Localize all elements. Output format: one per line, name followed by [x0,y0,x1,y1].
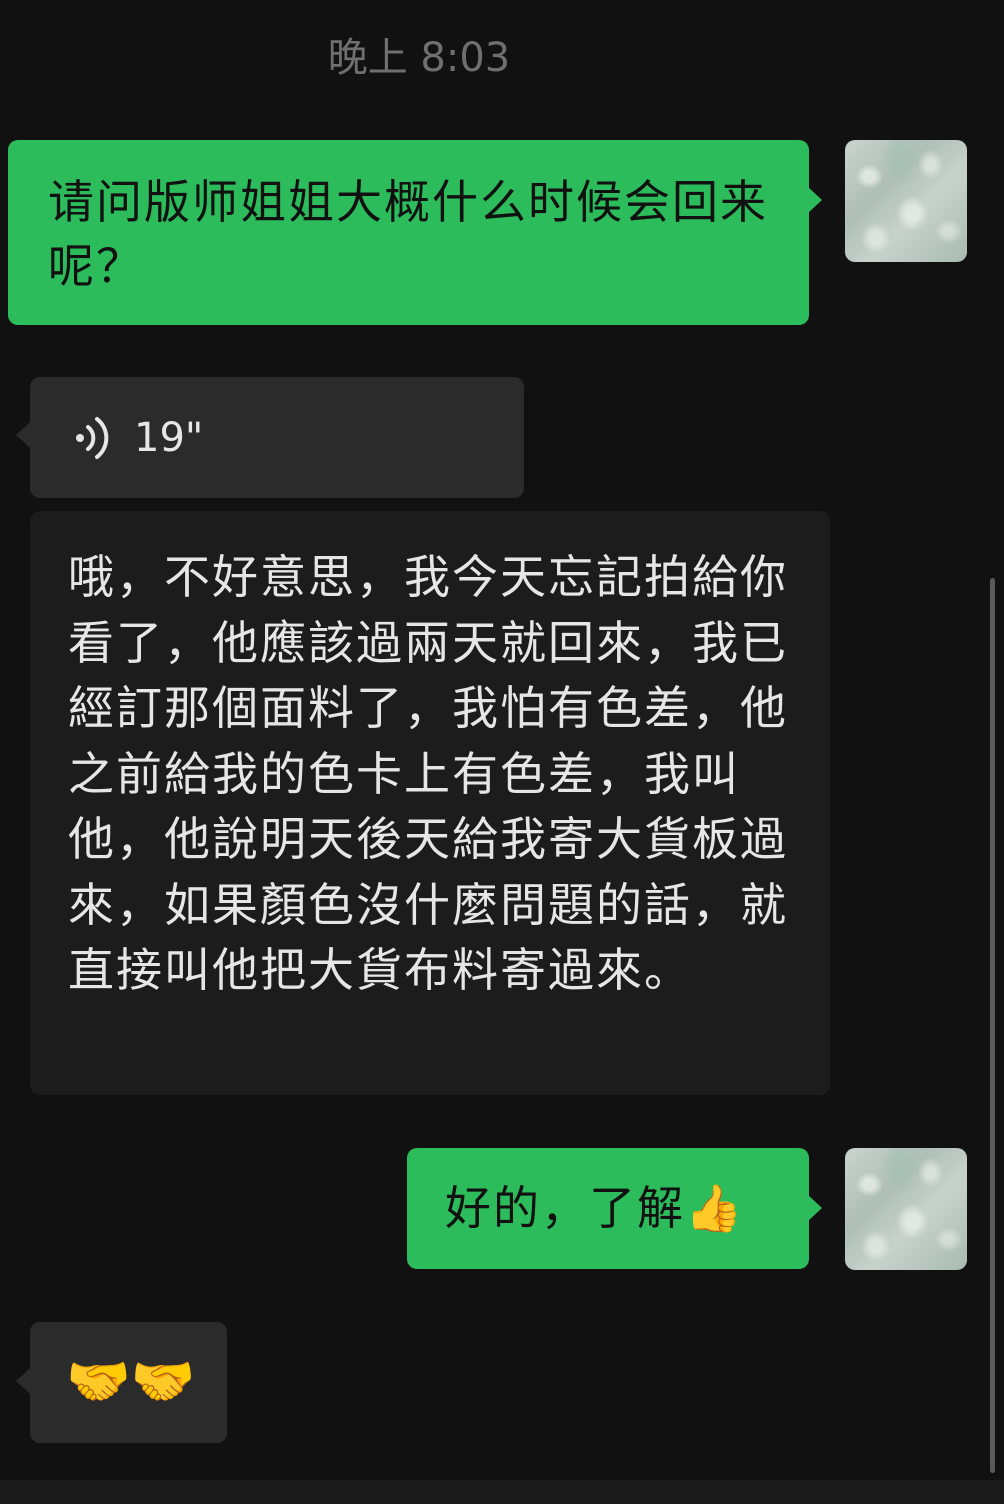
scrollbar[interactable] [990,578,995,1473]
bubble-tail [16,422,30,448]
self-avatar[interactable] [845,1148,967,1270]
message-bubble-outgoing[interactable]: 请问版师姐姐大概什么时候会回来呢？ [8,140,809,325]
message-bubble-outgoing[interactable]: 好的，了解👍 [407,1148,809,1269]
chat-timestamp: 晚上 8:03 [327,35,511,81]
voice-wave-icon [70,413,120,463]
message-bubble-incoming[interactable]: 🤝🤝 [30,1322,227,1443]
message-bubble-incoming[interactable]: 哦，不好意思，我今天忘記拍給你看了，他應該過兩天就回來，我已經訂那個面料了，我怕… [30,511,830,1095]
bubble-tail [16,1368,30,1394]
message-text: 好的，了解👍 [445,1181,745,1235]
voice-duration: 19" [134,414,204,461]
handshake-emoji: 🤝🤝 [66,1352,196,1412]
bubble-tail [808,1195,822,1221]
message-text: 请问版师姐姐大概什么时候会回来呢？ [48,175,768,293]
self-avatar[interactable] [845,140,967,262]
voice-message-bubble[interactable]: 19" [30,377,524,498]
message-text: 哦，不好意思，我今天忘記拍給你看了，他應該過兩天就回來，我已經訂那個面料了，我怕… [68,550,788,997]
bubble-tail [808,187,822,213]
input-bar-edge [0,1480,1004,1504]
